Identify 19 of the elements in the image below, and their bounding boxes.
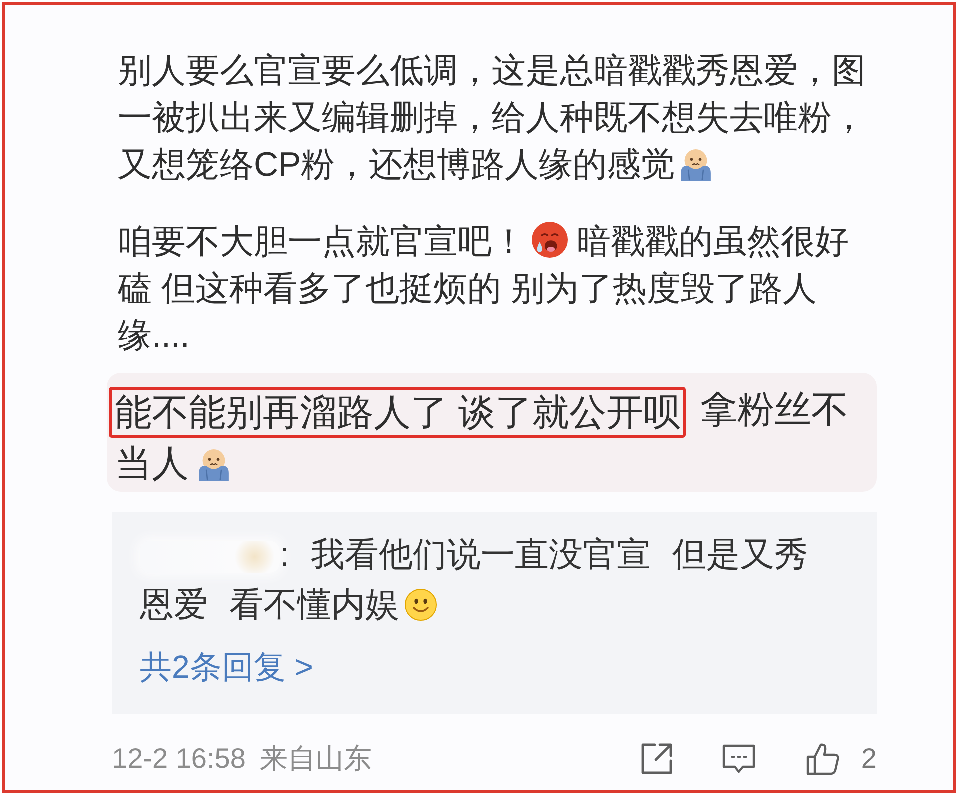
replies-link[interactable]: 共2条回复 >	[140, 642, 314, 692]
comment-text: 一被扒出来又编辑删掉，给人种既不想失去唯粉，	[118, 99, 866, 137]
comment-text: 磕 但这种看多了也挺烦的 别为了热度毁了路人	[118, 270, 817, 308]
comment-text: 别人要么官宣要么低调，这是总暗戳戳秀恩爱，图	[118, 52, 866, 90]
smile-icon	[405, 588, 438, 621]
post-time: 12-2 16:58	[112, 742, 246, 775]
reply-text: : 我看他们说一直没官宣 但是又秀	[280, 536, 808, 574]
comment-text: 咱要不大胆一点就官宣吧！	[118, 223, 526, 261]
reply-text: 恩爱 看不懂内娱	[140, 586, 400, 624]
like-count: 2	[861, 742, 877, 775]
blanket-face-icon	[681, 149, 712, 181]
comment-text: 拿粉丝不	[700, 389, 848, 430]
comment-text: 当人	[115, 442, 189, 484]
comment-text: 又想笼络CP粉，还想博路人缘的感觉	[118, 146, 676, 184]
comment-text: 缘....	[118, 317, 190, 355]
comment-text: 能不能别再溜路人了 谈了就公开呗	[109, 386, 686, 438]
comment-text: 暗戳戳的虽然很好	[577, 223, 849, 261]
post-location: 来自山东	[260, 742, 372, 776]
hot-face-icon	[532, 222, 568, 258]
